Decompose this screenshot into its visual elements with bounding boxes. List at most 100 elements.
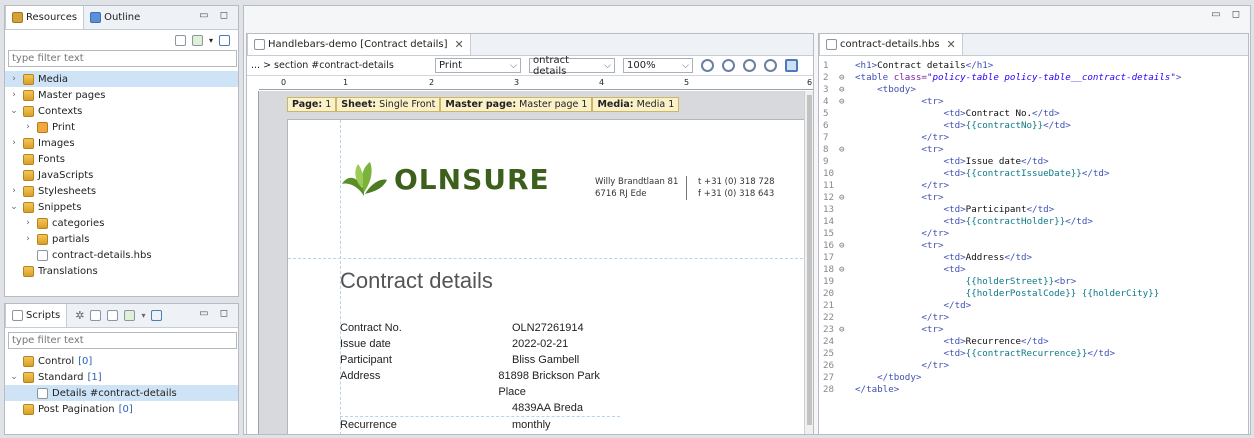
code-line: <tbody>: [877, 84, 916, 95]
section-select[interactable]: ontract details ⌵: [529, 55, 615, 77]
zoom-out-icon[interactable]: [722, 59, 735, 72]
chevron-down-icon[interactable]: ⌄: [9, 202, 19, 212]
minimize-maximize-icon[interactable]: ▭ ◻: [199, 308, 232, 319]
tree-item-label: Standard: [38, 371, 84, 383]
zoom-select[interactable]: 100% ⌵: [623, 58, 693, 73]
tab-contract-details-hbs[interactable]: contract-details.hbs ✕: [819, 34, 963, 55]
fold-toggle-icon[interactable]: ⊖: [839, 96, 845, 107]
fold-toggle-icon[interactable]: ⊖: [839, 240, 845, 251]
chevron-down-icon[interactable]: ⌄: [9, 372, 19, 382]
code-line: </tr>: [921, 312, 950, 323]
tab-resources-label: Resources: [26, 12, 78, 23]
tree-item-master-pages[interactable]: › Master pages: [5, 87, 238, 103]
tab-scripts-label: Scripts: [26, 310, 61, 321]
fold-toggle-icon[interactable]: ⊖: [839, 264, 845, 275]
folder-icon: [23, 73, 34, 85]
import-script-icon[interactable]: [107, 310, 119, 321]
chevron-right-icon[interactable]: ›: [23, 122, 33, 132]
tree-item-print[interactable]: › Print: [5, 119, 238, 135]
scripts-filter-input[interactable]: [8, 332, 237, 349]
tree-item-label: categories: [52, 217, 105, 229]
minimize-maximize-icon[interactable]: ▭ ◻: [199, 10, 232, 21]
tree-item-control[interactable]: Control [0]: [5, 353, 238, 369]
tree-item-categories[interactable]: › categories: [5, 215, 238, 231]
tree-item-stylesheets[interactable]: › Stylesheets: [5, 183, 238, 199]
code-area[interactable]: 1 2 ⊖ 3 ⊖ 4 ⊖ 5 6 7 8 ⊖ 9 10 11 12 ⊖ 13 14 15 16 ⊖ 17 18 ⊖ 19 20 21…: [819, 56, 1248, 434]
tree-item-contexts[interactable]: ⌄ Contexts: [5, 103, 238, 119]
tree-item-standard[interactable]: ⌄ Standard [1]: [5, 369, 238, 385]
tree-item-details-script[interactable]: Details #contract-details: [5, 385, 238, 401]
tree-item-translations[interactable]: Translations: [5, 263, 238, 279]
tree-item-fonts[interactable]: Fonts: [5, 151, 238, 167]
tree-item-snippets[interactable]: ⌄ Snippets: [5, 199, 238, 215]
line-number: 25: [823, 348, 835, 359]
tab-scripts[interactable]: Scripts: [5, 304, 68, 327]
page-info-label: Master page:: [445, 99, 517, 110]
chevron-down-icon[interactable]: ⌄: [9, 106, 19, 116]
chevron-right-icon[interactable]: ›: [9, 90, 19, 100]
tree-item-javascripts[interactable]: JavaScripts: [5, 167, 238, 183]
preview-icon[interactable]: [785, 59, 798, 72]
tree-item-count: [1]: [87, 371, 102, 383]
add-resource-icon[interactable]: [191, 34, 203, 46]
collapse-all-icon[interactable]: [151, 310, 163, 321]
fold-toggle-icon[interactable]: ⊖: [839, 84, 845, 95]
file-icon: [37, 249, 48, 261]
new-script-icon[interactable]: [90, 310, 102, 321]
section-select-value: ontract details: [533, 54, 570, 77]
editor-area-minmax-icon[interactable]: ▭ ◻: [1211, 9, 1244, 20]
page-info-sheet: Sheet: Single Front: [336, 97, 441, 112]
tab-outline[interactable]: Outline: [84, 6, 146, 29]
breadcrumb[interactable]: ... > section #contract-details: [251, 60, 427, 71]
folder-icon: [23, 371, 34, 383]
fold-toggle-icon[interactable]: ⊖: [839, 144, 845, 155]
tab-resources[interactable]: Resources: [5, 6, 85, 29]
hbs-file-icon: [826, 39, 837, 50]
zoom-in-icon[interactable]: [701, 59, 714, 72]
dropdown-arrow-icon[interactable]: ▾: [141, 311, 145, 320]
context-select-value: Print: [439, 60, 463, 71]
tree-item-post-pagination[interactable]: Post Pagination [0]: [5, 401, 238, 417]
code-editor: contract-details.hbs ✕ 1 2 ⊖ 3 ⊖ 4 ⊖ 5 6 7 8 ⊖ 9 10 11…: [818, 33, 1249, 435]
line-number: 19: [823, 276, 835, 287]
zoom-select-value: 100%: [627, 60, 656, 71]
chevron-right-icon[interactable]: ›: [9, 74, 19, 84]
tree-item-contract-details-hbs[interactable]: contract-details.hbs: [5, 247, 238, 263]
settings-icon[interactable]: ✲: [75, 309, 84, 322]
row-value: 4839AA Breda: [512, 402, 583, 414]
close-icon[interactable]: ✕: [947, 38, 956, 51]
folder-icon: [23, 105, 34, 117]
tree-item-media[interactable]: › Media: [5, 71, 238, 87]
code-line: <table class="policy-table policy-table_…: [855, 72, 1182, 83]
vertical-scrollbar[interactable]: [804, 91, 813, 434]
tab-handlebars-demo[interactable]: Handlebars-demo [Contract details] ✕: [247, 34, 471, 55]
context-select[interactable]: Print ⌵: [435, 58, 521, 73]
fold-toggle-icon[interactable]: ⊖: [839, 192, 845, 203]
close-icon[interactable]: ✕: [455, 38, 464, 51]
chevron-right-icon[interactable]: ›: [23, 218, 33, 228]
scrollbar-thumb[interactable]: [807, 95, 812, 425]
add-script-icon[interactable]: [124, 310, 136, 321]
vertical-ruler: [247, 91, 259, 434]
tree-item-label: Master pages: [38, 89, 106, 101]
fold-toggle-icon[interactable]: ⊖: [839, 72, 845, 83]
new-resource-icon[interactable]: [174, 34, 186, 46]
chevron-right-icon[interactable]: ›: [9, 138, 19, 148]
fold-toggle-icon[interactable]: ⊖: [839, 324, 845, 335]
tree-item-images[interactable]: › Images: [5, 135, 238, 151]
chevron-right-icon[interactable]: ›: [9, 186, 19, 196]
zoom-fit-width-icon[interactable]: [743, 59, 756, 72]
folder-icon: [23, 169, 34, 181]
resources-filter-input[interactable]: [8, 50, 237, 67]
ruler-label: 0: [281, 78, 287, 87]
document-page[interactable]: OLNSURE Willy Brandtlaan 81 6716 RJ Ede …: [287, 119, 804, 434]
design-canvas[interactable]: Page: 1 Sheet: Single Front Master page:…: [259, 91, 804, 434]
line-number: 15: [823, 228, 835, 239]
dropdown-arrow-icon[interactable]: ▾: [209, 36, 213, 45]
line-number: 27: [823, 372, 835, 383]
zoom-fit-page-icon[interactable]: [764, 59, 777, 72]
tree-item-partials[interactable]: › partials: [5, 231, 238, 247]
collapse-all-icon[interactable]: [219, 34, 230, 46]
resources-tree: › Media › Master pages ⌄ Contexts › Print › I…: [5, 71, 238, 279]
chevron-right-icon[interactable]: ›: [23, 234, 33, 244]
